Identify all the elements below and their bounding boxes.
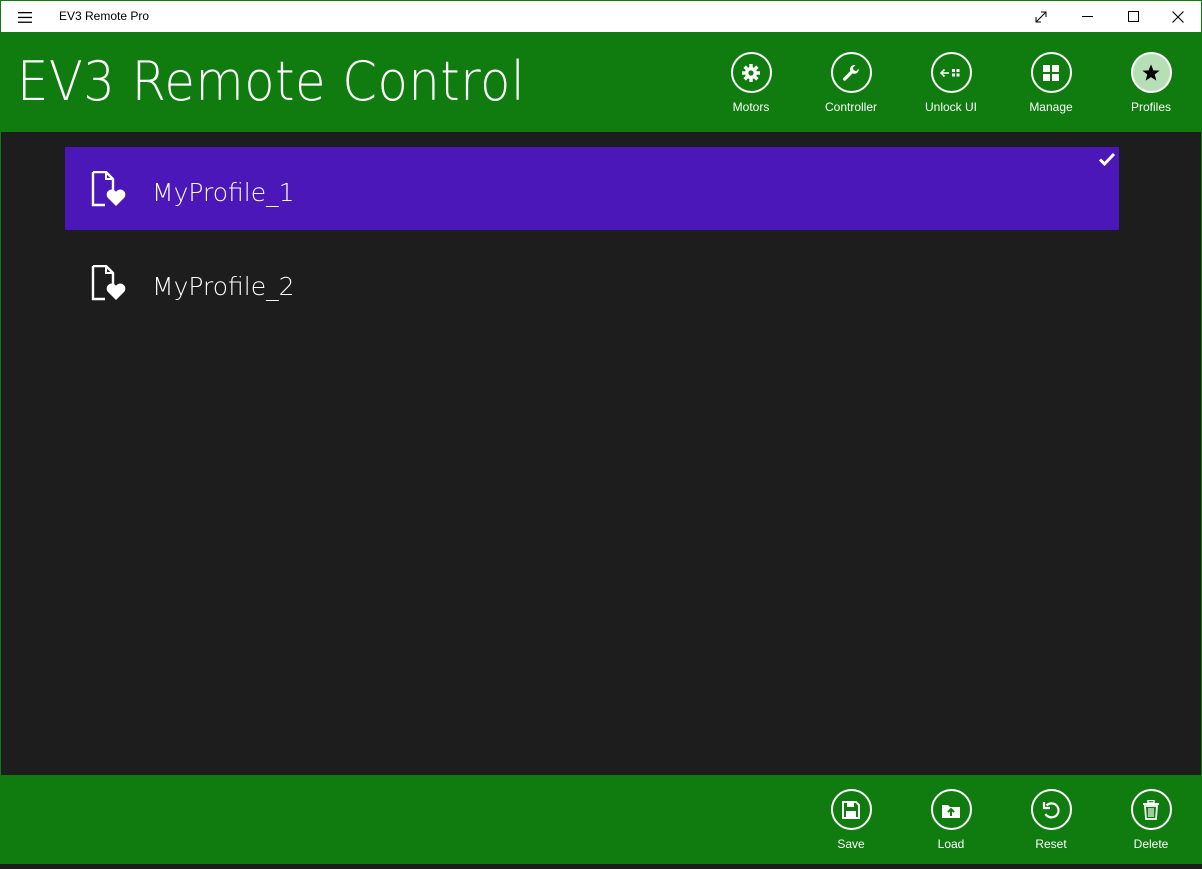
action-label: Reset <box>1035 837 1067 851</box>
grid-icon <box>1030 52 1072 93</box>
undo-icon <box>1030 789 1072 830</box>
nav-controller-button[interactable]: Controller <box>811 52 891 132</box>
title-bar: EV3 Remote Pro <box>1 1 1201 32</box>
delete-button[interactable]: Delete <box>1111 789 1191 869</box>
nav-label: Manage <box>1029 100 1073 114</box>
fullscreen-icon[interactable] <box>1018 1 1064 32</box>
nav-label: Controller <box>824 100 878 114</box>
nav-label: Unlock UI <box>924 100 977 114</box>
nav-motors-button[interactable]: Motors <box>711 52 791 132</box>
minimize-icon[interactable] <box>1064 1 1110 32</box>
star-icon <box>1130 52 1172 93</box>
load-button[interactable]: Load <box>911 789 991 869</box>
reset-button[interactable]: Reset <box>1011 789 1091 869</box>
trash-icon <box>1130 789 1172 830</box>
nav-profiles-button[interactable]: Profiles <box>1111 52 1191 132</box>
unlock-ui-icon <box>930 52 972 93</box>
favorite-document-icon <box>91 264 131 301</box>
nav-label: Motors <box>732 100 770 114</box>
profile-list-item[interactable]: MyProfile_2 <box>65 241 1119 324</box>
nav-label: Profiles <box>1130 100 1171 114</box>
profile-name: MyProfile_1 <box>152 178 295 207</box>
nav-unlock-ui-button[interactable]: Unlock UI <box>911 52 991 132</box>
favorite-document-icon <box>91 170 131 207</box>
close-icon[interactable] <box>1155 1 1201 32</box>
gear-icon <box>730 52 772 93</box>
window-title: EV3 Remote Pro <box>59 9 150 23</box>
page-title: EV3 Remote Control <box>17 50 526 113</box>
checkmark-icon <box>1098 151 1116 167</box>
save-icon <box>830 789 872 830</box>
action-label: Delete <box>1133 837 1169 851</box>
app-window: EV3 Remote Pro EV3 Remote Control Motors… <box>0 0 1202 864</box>
bottom-app-bar: Save Load Reset Delete <box>1 775 1201 863</box>
profile-list-item[interactable]: MyProfile_1 <box>65 147 1119 230</box>
nav-manage-button[interactable]: Manage <box>1011 52 1091 132</box>
profiles-list: MyProfile_1 MyProfile_2 <box>65 147 1119 335</box>
wrench-icon <box>830 52 872 93</box>
action-label: Load <box>937 837 965 851</box>
save-button[interactable]: Save <box>811 789 891 869</box>
action-label: Save <box>837 837 865 851</box>
profile-name: MyProfile_2 <box>152 272 295 301</box>
hamburger-menu-icon[interactable] <box>11 7 39 27</box>
app-header: EV3 Remote Control Motors Controller Unl… <box>1 32 1201 132</box>
maximize-icon[interactable] <box>1110 1 1156 32</box>
load-icon <box>930 789 972 830</box>
